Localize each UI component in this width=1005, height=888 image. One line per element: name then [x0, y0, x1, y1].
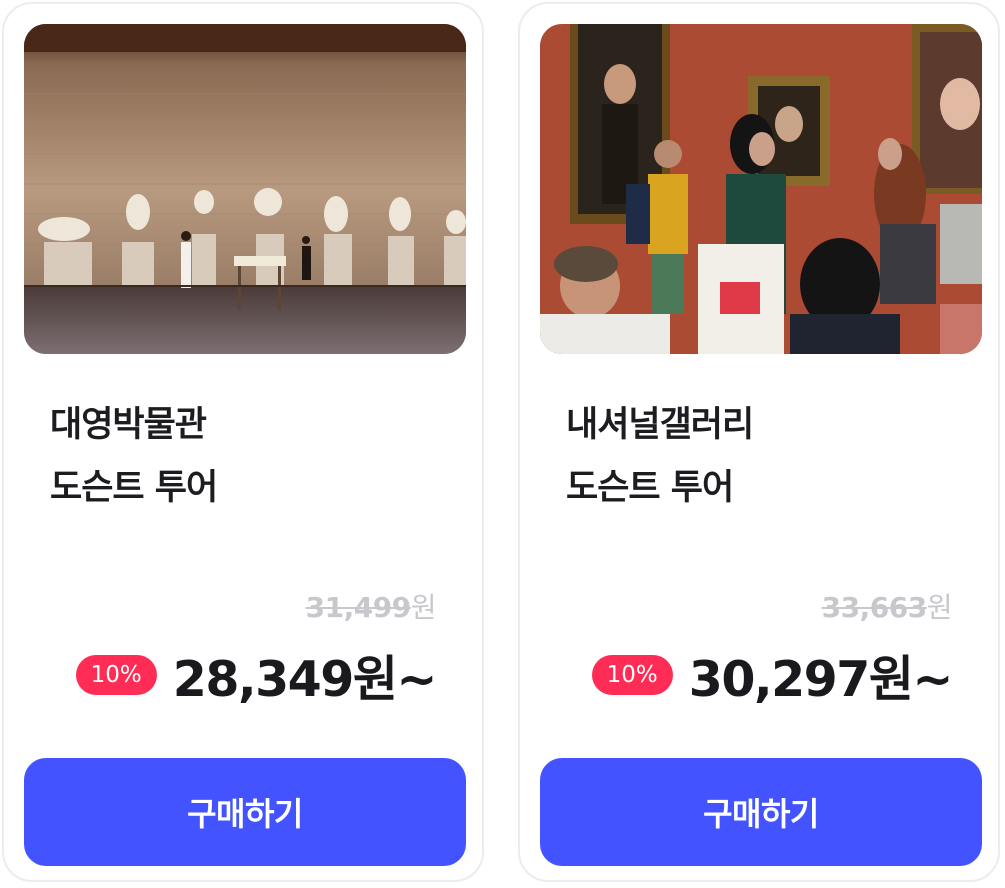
original-price-unit: 원 [410, 591, 437, 624]
price-row: 10% 28,349원~ [75, 640, 438, 710]
product-title-line-1: 내셔널갤러리 [566, 405, 754, 445]
product-card-british-museum[interactable]: 대영박물관 도슨트 투어 31,499원 10% 28,349원~ 구매하기 [2, 2, 484, 882]
product-title-line-2: 도슨트 투어 [566, 468, 734, 508]
original-price: 33,663원 [821, 586, 953, 626]
buy-button[interactable]: 구매하기 [24, 758, 466, 866]
original-price: 31,499원 [305, 586, 437, 626]
original-price-value: 33,663 [821, 591, 928, 624]
product-image[interactable] [540, 24, 982, 354]
product-title-line-2: 도슨트 투어 [50, 468, 218, 508]
product-title: 대영박물관 도슨트 투어 [50, 394, 218, 520]
product-title-line-1: 대영박물관 [50, 405, 207, 445]
discount-badge: 10% [591, 655, 673, 695]
product-card-national-gallery[interactable]: 내셔널갤러리 도슨트 투어 33,663원 10% 30,297원~ 구매하기 [518, 2, 1000, 882]
sale-price: 28,349원~ [172, 650, 438, 708]
original-price-unit: 원 [926, 591, 953, 624]
product-grid: 대영박물관 도슨트 투어 31,499원 10% 28,349원~ 구매하기 내… [0, 0, 1005, 888]
sale-price: 30,297원~ [688, 650, 954, 708]
price-row: 10% 30,297원~ [591, 640, 954, 710]
discount-badge: 10% [75, 655, 157, 695]
museum-hall-photo [24, 24, 466, 354]
original-price-value: 31,499 [305, 591, 412, 624]
product-title: 내셔널갤러리 도슨트 투어 [566, 394, 754, 520]
buy-button[interactable]: 구매하기 [540, 758, 982, 866]
gallery-visitors-photo [540, 24, 982, 354]
product-image[interactable] [24, 24, 466, 354]
